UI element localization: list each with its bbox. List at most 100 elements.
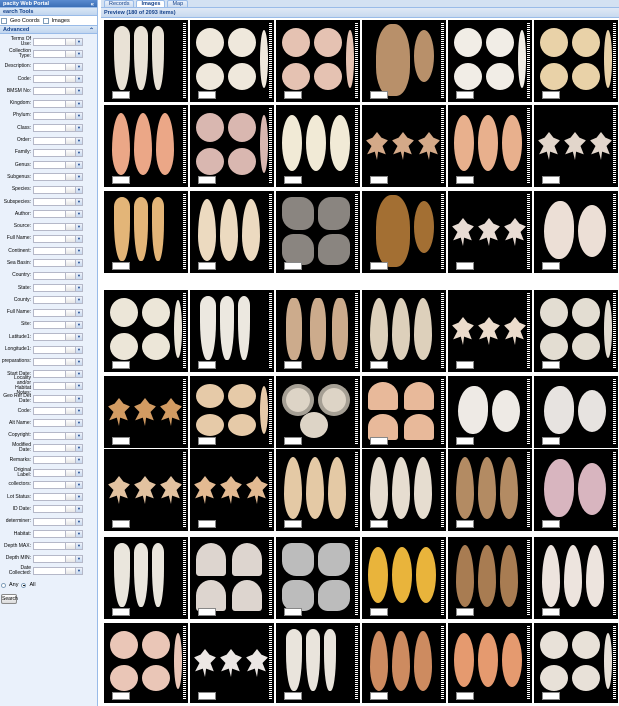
match-any-radio[interactable]: [1, 582, 6, 588]
chevron-down-icon[interactable]: ▼: [76, 566, 83, 575]
chevron-down-icon[interactable]: ▼: [76, 234, 83, 243]
specimen-photo[interactable]: [104, 20, 188, 102]
operator-select[interactable]: [66, 124, 76, 133]
match-all-radio[interactable]: [21, 582, 27, 588]
search-field-input[interactable]: [33, 320, 66, 329]
search-field-input[interactable]: [33, 517, 66, 526]
chevron-down-icon[interactable]: ▼: [76, 185, 83, 194]
chevron-down-icon[interactable]: ▼: [76, 284, 83, 293]
specimen-photo[interactable]: [362, 290, 446, 372]
search-field-input[interactable]: [33, 148, 66, 157]
chevron-down-icon[interactable]: ▼: [76, 75, 83, 84]
specimen-photo[interactable]: [276, 376, 360, 448]
chevron-down-icon[interactable]: ▼: [76, 419, 83, 428]
operator-select[interactable]: [66, 234, 76, 243]
operator-select[interactable]: [66, 333, 76, 342]
thumbnail-cell[interactable]: [190, 623, 276, 703]
operator-select[interactable]: [66, 296, 76, 305]
operator-select[interactable]: [66, 345, 76, 354]
collapse-advanced-icon[interactable]: ⌃: [89, 27, 94, 35]
thumbnail-cell[interactable]: [448, 376, 534, 448]
tab-map[interactable]: Map: [167, 0, 189, 7]
specimen-photo[interactable]: [362, 20, 446, 102]
thumbnail-cell[interactable]: [362, 105, 448, 187]
thumbnail-cell[interactable]: [362, 449, 448, 531]
thumbnail-cell[interactable]: [534, 191, 619, 273]
specimen-photo[interactable]: [190, 191, 274, 273]
thumbnail-cell[interactable]: [276, 449, 362, 531]
operator-select[interactable]: [66, 271, 76, 280]
chevron-down-icon[interactable]: ▼: [76, 210, 83, 219]
operator-select[interactable]: [66, 320, 76, 329]
chevron-down-icon[interactable]: ▼: [76, 345, 83, 354]
thumbnail-cell[interactable]: [104, 623, 190, 703]
specimen-photo[interactable]: [104, 191, 188, 273]
specimen-photo[interactable]: [362, 191, 446, 273]
thumbnail-cell[interactable]: [362, 537, 448, 619]
search-field-input[interactable]: [33, 75, 66, 84]
thumbnail-cell[interactable]: [190, 449, 276, 531]
chevron-down-icon[interactable]: ▼: [76, 357, 83, 366]
search-field-input[interactable]: [33, 480, 66, 489]
thumbnail-cell[interactable]: [104, 20, 190, 102]
operator-select[interactable]: [66, 308, 76, 317]
search-field-input[interactable]: [33, 468, 66, 477]
operator-select[interactable]: [66, 542, 76, 551]
chevron-down-icon[interactable]: ▼: [76, 382, 83, 391]
specimen-photo[interactable]: [276, 623, 360, 703]
operator-select[interactable]: [66, 198, 76, 206]
search-field-input[interactable]: [33, 345, 66, 354]
specimen-photo[interactable]: [448, 105, 532, 187]
search-field-input[interactable]: [33, 87, 66, 96]
operator-select[interactable]: [66, 554, 76, 563]
specimen-photo[interactable]: [534, 537, 618, 619]
search-field-input[interactable]: [33, 505, 66, 514]
specimen-photo[interactable]: [448, 191, 532, 273]
thumbnail-cell[interactable]: [276, 105, 362, 187]
chevron-down-icon[interactable]: ▼: [76, 493, 83, 502]
specimen-photo[interactable]: [190, 449, 274, 531]
tab-records[interactable]: Records: [104, 0, 135, 7]
thumbnail-cell[interactable]: [276, 290, 362, 372]
specimen-photo[interactable]: [190, 537, 274, 619]
specimen-photo[interactable]: [534, 191, 618, 273]
chevron-down-icon[interactable]: ▼: [76, 148, 83, 157]
specimen-photo[interactable]: [276, 537, 360, 619]
search-field-input[interactable]: [33, 99, 66, 108]
operator-select[interactable]: [66, 38, 76, 47]
search-field-input[interactable]: [33, 431, 66, 440]
search-field-input[interactable]: [33, 173, 66, 182]
specimen-photo[interactable]: [190, 623, 274, 703]
chevron-down-icon[interactable]: ▼: [76, 456, 83, 465]
search-field-input[interactable]: [33, 259, 66, 268]
thumbnail-cell[interactable]: [190, 290, 276, 372]
specimen-photo[interactable]: [534, 449, 618, 531]
chevron-down-icon[interactable]: ▼: [76, 271, 83, 280]
operator-select[interactable]: [66, 382, 76, 391]
specimen-photo[interactable]: [276, 105, 360, 187]
operator-select[interactable]: [66, 111, 76, 120]
thumbnail-cell[interactable]: [276, 623, 362, 703]
search-field-input[interactable]: [33, 456, 66, 465]
thumbnail-cell[interactable]: [362, 20, 448, 102]
search-field-input[interactable]: [33, 38, 66, 47]
chevron-down-icon[interactable]: ▼: [76, 247, 83, 256]
specimen-photo[interactable]: [448, 376, 532, 448]
search-field-input[interactable]: [33, 407, 66, 416]
thumbnail-cell[interactable]: [362, 290, 448, 372]
thumbnail-cell[interactable]: [534, 105, 619, 187]
operator-select[interactable]: [66, 284, 76, 293]
operator-select[interactable]: [66, 407, 76, 416]
search-field-input[interactable]: [33, 443, 66, 452]
chevron-down-icon[interactable]: ▼: [76, 38, 83, 47]
search-field-input[interactable]: [33, 284, 66, 293]
search-field-input[interactable]: [33, 234, 66, 243]
specimen-photo[interactable]: [190, 290, 274, 372]
search-field-input[interactable]: [33, 136, 66, 145]
operator-select[interactable]: [66, 247, 76, 256]
search-field-input[interactable]: [33, 296, 66, 305]
chevron-down-icon[interactable]: ▼: [76, 124, 83, 133]
operator-select[interactable]: [66, 148, 76, 157]
search-field-input[interactable]: [33, 124, 66, 133]
operator-select[interactable]: [66, 530, 76, 539]
